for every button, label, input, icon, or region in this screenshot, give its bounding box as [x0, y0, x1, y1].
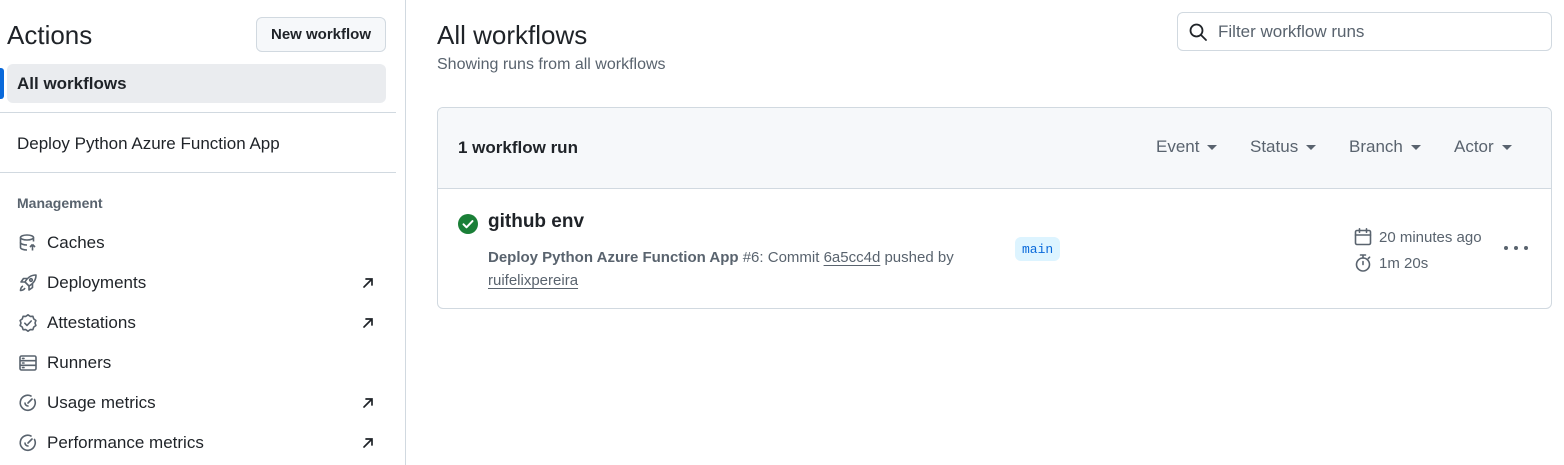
external-link-icon — [363, 318, 373, 328]
meter-icon — [17, 432, 39, 454]
run-workflow-name: Deploy Python Azure Function App — [488, 249, 739, 266]
run-pushed-by: pushed by — [884, 249, 954, 266]
new-workflow-button[interactable]: New workflow — [256, 17, 386, 52]
kebab-dot — [1524, 246, 1528, 250]
sidebar-divider — [0, 172, 396, 173]
sidebar-item-label: Performance metrics — [47, 433, 204, 452]
commit-sha-link[interactable]: 6a5cc4d — [824, 249, 881, 266]
more-options-button[interactable] — [1504, 242, 1528, 254]
sidebar: Actions New workflow All workflows Deplo… — [0, 0, 406, 465]
status-filter[interactable]: Status — [1250, 137, 1317, 157]
actor-filter-label: Actor — [1454, 137, 1494, 156]
kebab-dot — [1504, 246, 1508, 250]
calendar-icon — [1354, 228, 1372, 246]
duration-text: 1m 20s — [1379, 254, 1429, 272]
sidebar-item-all-workflows[interactable]: All workflows — [7, 64, 386, 103]
run-number: #6 — [742, 249, 760, 266]
sidebar-item-performance-metrics[interactable]: Performance metrics — [17, 428, 377, 458]
sidebar-item-workflow[interactable]: Deploy Python Azure Function App — [17, 134, 280, 154]
filter-workflow-runs[interactable] — [1177, 12, 1552, 51]
sidebar-divider — [0, 112, 396, 113]
page-title: All workflows — [437, 20, 588, 50]
stopwatch-icon — [1355, 254, 1371, 272]
branch-filter-label: Branch — [1349, 137, 1403, 156]
active-nav-indicator — [0, 68, 4, 99]
chevron-down-icon — [1207, 144, 1218, 150]
runs-count: 1 workflow run — [458, 138, 578, 157]
rocket-icon — [17, 272, 39, 294]
runs-header: 1 workflow run Event Status Branch Actor — [438, 108, 1551, 189]
verified-icon — [17, 312, 39, 334]
run-meta: Deploy Python Azure Function App #6: Com… — [488, 246, 968, 292]
sidebar-item-attestations[interactable]: Attestations — [17, 308, 377, 338]
sidebar-item-label: Runners — [47, 353, 112, 372]
database-icon — [17, 232, 39, 254]
branch-filter[interactable]: Branch — [1349, 137, 1421, 157]
run-time-ago: 20 minutes ago — [1353, 227, 1482, 247]
sidebar-item-label: Usage metrics — [47, 393, 156, 412]
server-icon — [17, 352, 39, 374]
external-link-icon — [363, 278, 373, 288]
sidebar-item-usage-metrics[interactable]: Usage metrics — [17, 388, 377, 418]
sidebar-title: Actions — [7, 20, 93, 50]
meter-icon — [17, 392, 39, 414]
sidebar-item-label: Caches — [47, 233, 105, 252]
actor-link[interactable]: ruifelixpereira — [488, 272, 578, 289]
chevron-down-icon — [1501, 144, 1512, 150]
event-filter[interactable]: Event — [1156, 137, 1218, 157]
sidebar-item-label: Attestations — [47, 313, 136, 332]
management-section-label: Management — [17, 195, 103, 211]
check-circle-fill-icon — [458, 214, 478, 234]
external-link-icon — [363, 398, 373, 408]
sidebar-item-label: Deployments — [47, 273, 147, 292]
actor-filter[interactable]: Actor — [1454, 137, 1512, 157]
chevron-down-icon — [1306, 144, 1317, 150]
status-filter-label: Status — [1250, 137, 1299, 156]
external-link-icon — [363, 438, 373, 448]
chevron-down-icon — [1410, 144, 1421, 150]
workflow-run-row[interactable]: github env Deploy Python Azure Function … — [438, 189, 1551, 308]
page-subtitle: Showing runs from all workflows — [437, 56, 666, 73]
run-duration: 1m 20s — [1353, 253, 1428, 273]
run-commit-prefix: : Commit — [759, 249, 820, 266]
workflow-runs-list: 1 workflow run Event Status Branch Actor… — [437, 107, 1552, 309]
filter-input[interactable] — [1218, 21, 1538, 42]
kebab-dot — [1514, 246, 1518, 250]
search-icon — [1189, 23, 1207, 41]
sidebar-item-caches[interactable]: Caches — [17, 228, 377, 258]
time-ago-text: 20 minutes ago — [1379, 228, 1482, 246]
event-filter-label: Event — [1156, 137, 1200, 156]
sidebar-item-deployments[interactable]: Deployments — [17, 268, 377, 298]
run-title-link[interactable]: github env — [488, 211, 584, 233]
branch-label[interactable]: main — [1015, 237, 1061, 261]
sidebar-item-runners[interactable]: Runners — [17, 348, 377, 378]
